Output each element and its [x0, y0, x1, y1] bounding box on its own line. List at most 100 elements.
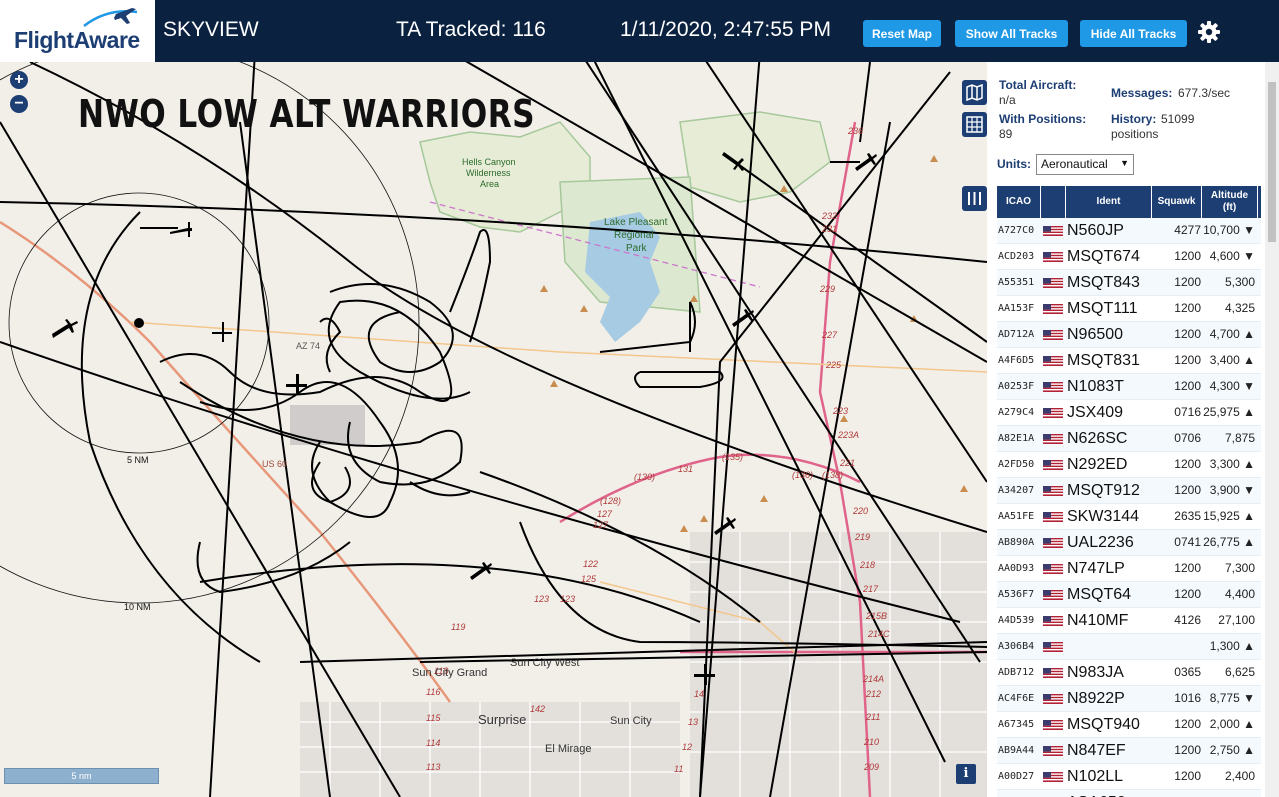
icao-cell: A34207 — [998, 485, 1035, 496]
table-row[interactable]: A00D27 N102LL 1200 2,400 — [997, 764, 1261, 790]
table-row[interactable]: A4D539 N410MF 4126 27,100 — [997, 608, 1261, 634]
us60-label: US 60 — [262, 459, 287, 469]
column-header-ident[interactable]: Ident — [1066, 186, 1152, 218]
table-row[interactable]: AB9A44 N847EF 1200 2,750 ▲ — [997, 738, 1261, 764]
svg-text:(135): (135) — [722, 452, 743, 462]
svg-text:210: 210 — [863, 737, 879, 747]
column-header-squawk[interactable]: Squawk — [1152, 186, 1202, 218]
panel-scrollbar[interactable] — [1265, 62, 1279, 797]
map-layers-button[interactable] — [962, 80, 987, 105]
table-row[interactable]: A4F6D5 MSQT831 1200 3,400 ▲ — [997, 348, 1261, 374]
aircraft-icon — [286, 374, 307, 395]
table-row[interactable]: ACD203 MSQT674 1200 4,600 ▼ — [997, 244, 1261, 270]
ident-cell: MSQT111 — [1067, 300, 1138, 317]
svg-text:215B: 215B — [865, 611, 887, 621]
table-row[interactable]: A2FD50 N292ED 1200 3,300 ▲ — [997, 452, 1261, 478]
table-row[interactable]: A306B4 1,300 ▲ — [997, 634, 1261, 660]
table-row[interactable]: AB890A UAL2236 0741 26,775 ▲ — [997, 530, 1261, 556]
ident-cell: MSQT831 — [1067, 352, 1140, 369]
us-flag-icon — [1043, 590, 1063, 600]
ident-cell: MSQT843 — [1067, 274, 1140, 291]
svg-text:217: 217 — [862, 584, 879, 594]
altitude-cell: 3,900 ▼ — [1209, 483, 1255, 497]
svg-text:229: 229 — [819, 284, 835, 294]
scrollbar-thumb[interactable] — [1268, 82, 1276, 242]
table-row[interactable]: AC4F6E N8922P 1016 8,775 ▼ — [997, 686, 1261, 712]
icao-cell: A2DC51 — [998, 790, 1040, 797]
wilderness-label: Wilderness — [466, 168, 511, 178]
table-row[interactable]: ADB712 N983JA 0365 6,625 — [997, 660, 1261, 686]
squawk-cell: 4277 — [1174, 223, 1201, 237]
map-canvas[interactable]: 236 232 231 229 227 225 223 223A 221 220 219 218… — [0, 62, 987, 797]
flightaware-logo[interactable]: FlightAware — [0, 0, 155, 62]
altitude-cell: 2,000 ▲ — [1209, 717, 1255, 731]
table-row[interactable]: A727C0 N560JP 4277 10,700 ▼ — [997, 218, 1261, 244]
column-header-icao[interactable]: ICAO — [997, 186, 1041, 218]
table-row[interactable]: A279C4 JSX409 0716 25,975 ▲ — [997, 400, 1261, 426]
gear-icon[interactable] — [1197, 20, 1221, 44]
table-row[interactable]: A536F7 MSQT64 1200 4,400 — [997, 582, 1261, 608]
icao-cell: A4F6D5 — [998, 355, 1035, 366]
column-header-altitude[interactable]: Altitude (ft) — [1202, 186, 1258, 218]
icao-cell: A00D27 — [998, 771, 1035, 782]
sun-city-west-label: Sun City West — [510, 657, 580, 669]
ident-cell: N102LL — [1067, 768, 1124, 785]
map-view[interactable]: 236 232 231 229 227 225 223 223A 221 220 219 218… — [0, 62, 987, 797]
zoom-in-button[interactable]: + — [10, 71, 28, 89]
squawk-cell: 4126 — [1174, 613, 1201, 627]
icao-cell: A82E1A — [998, 433, 1035, 444]
us-flag-icon — [1043, 460, 1063, 470]
svg-text:(128): (128) — [600, 496, 621, 506]
aircraft-table: ICAO Ident Squawk Altitude (ft) A727C0 N5… — [997, 186, 1261, 797]
az74-road — [129, 321, 987, 373]
el-mirage-label: El Mirage — [545, 743, 591, 755]
units-select[interactable]: Aeronautical ▼ — [1036, 154, 1134, 175]
app-name: SKYVIEW — [163, 18, 259, 41]
squawk-cell: 1200 — [1174, 249, 1201, 263]
table-row[interactable]: AA153F MSQT111 1200 4,325 — [997, 296, 1261, 322]
icao-cell: AA0D93 — [998, 563, 1035, 574]
icao-cell: ACD203 — [998, 251, 1035, 262]
grid-toggle-button[interactable] — [962, 112, 987, 137]
svg-text:223A: 223A — [837, 430, 859, 440]
with-positions-label: With Positions: — [999, 112, 1087, 126]
ident-cell: N410MF — [1067, 612, 1129, 629]
show-all-tracks-button[interactable]: Show All Tracks — [955, 20, 1068, 47]
aircraft-icon — [52, 319, 78, 338]
hide-all-tracks-button[interactable]: Hide All Tracks — [1080, 20, 1187, 47]
svg-text:11: 11 — [674, 764, 683, 774]
range-5nm-label: 5 NM — [127, 455, 149, 465]
altitude-cell: 2,750 ▲ — [1209, 743, 1255, 757]
grid-icon — [966, 116, 983, 133]
us-flag-icon — [1043, 642, 1063, 652]
svg-text:127: 127 — [593, 520, 609, 530]
table-row[interactable]: A55351 MSQT843 1200 5,300 — [997, 270, 1261, 296]
top-bar: FlightAware SKYVIEW TA Tracked: 116 1/11… — [0, 0, 1279, 62]
svg-text:220: 220 — [852, 506, 868, 516]
us-flag-icon — [1043, 720, 1063, 730]
table-row[interactable]: AA0D93 N747LP 1200 7,300 — [997, 556, 1261, 582]
table-row[interactable]: AA51FE SKW3144 2635 15,925 ▲ — [997, 504, 1261, 530]
ident-cell: N847EF — [1067, 742, 1126, 759]
altitude-cell: 4,325 — [1224, 301, 1255, 315]
altitude-cell: 4,700 ▲ — [1209, 327, 1255, 341]
info-button[interactable]: i — [956, 764, 976, 784]
altitude-cell: 3,400 ▲ — [1209, 353, 1255, 367]
columns-toggle-button[interactable] — [962, 186, 987, 211]
table-row[interactable]: A82E1A N626SC 0706 7,875 — [997, 426, 1261, 452]
table-row[interactable]: A34207 MSQT912 1200 3,900 ▼ — [997, 478, 1261, 504]
us-flag-icon — [1043, 434, 1063, 444]
ident-cell: N8922P — [1067, 690, 1125, 707]
reset-map-button[interactable]: Reset Map — [863, 20, 941, 47]
us-flag-icon — [1043, 408, 1063, 418]
table-row[interactable]: A0253F N1083T 1200 4,300 ▼ — [997, 374, 1261, 400]
table-row[interactable]: AD712A N96500 1200 4,700 ▲ — [997, 322, 1261, 348]
icao-cell: ADB712 — [998, 667, 1035, 678]
squawk-cell: 1200 — [1174, 717, 1201, 731]
table-row[interactable]: A67345 MSQT940 1200 2,000 ▲ — [997, 712, 1261, 738]
ident-cell: N1083T — [1067, 378, 1124, 395]
table-row[interactable]: A2DC51 ASA650155414,100 — [997, 790, 1261, 797]
us-flag-icon — [1043, 486, 1063, 496]
zoom-out-button[interactable]: − — [10, 95, 28, 113]
icao-cell: AD712A — [998, 329, 1035, 340]
